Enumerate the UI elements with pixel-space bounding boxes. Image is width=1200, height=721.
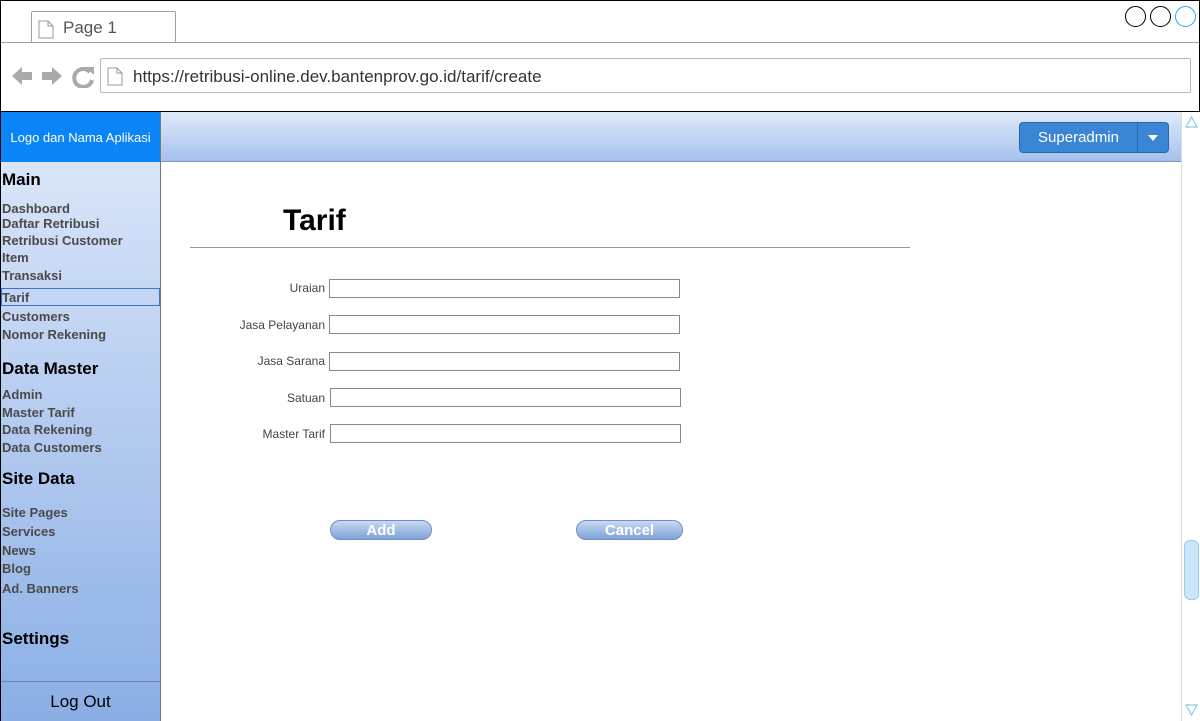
vertical-scrollbar[interactable]: [1181, 112, 1200, 721]
sidebar-item-nomor-rekening[interactable]: Nomor Rekening: [2, 327, 106, 342]
uraian-input[interactable]: [329, 279, 680, 298]
document-icon: [107, 67, 123, 91]
sidebar-item-dashboard[interactable]: Dashboard: [2, 201, 70, 216]
sidebar-heading-main: Main: [2, 170, 41, 189]
sidebar-heading-site-data: Site Data: [2, 469, 75, 488]
scroll-up-icon[interactable]: [1185, 116, 1198, 128]
sidebar-item-item[interactable]: Item: [2, 250, 29, 265]
cancel-button[interactable]: Cancel: [576, 520, 683, 540]
window-maximize-button[interactable]: [1150, 6, 1171, 27]
jasa-pelayanan-input[interactable]: [329, 315, 680, 334]
sidebar-heading-data-master: Data Master: [2, 359, 99, 378]
url-text: https://retribusi-online.dev.bantenprov.…: [133, 67, 542, 86]
sidebar-item-admin[interactable]: Admin: [2, 387, 42, 402]
jasa-pelayanan-label: Jasa Pelayanan: [239, 318, 325, 332]
sidebar-item-services[interactable]: Services: [2, 524, 56, 539]
main-content: Tarif Uraian Jasa Pelayanan Jasa Sarana …: [161, 162, 1181, 721]
sidebar-item-tarif[interactable]: Tarif: [2, 290, 29, 305]
sidebar-item-ad-banners[interactable]: Ad. Banners: [2, 581, 79, 596]
sidebar-item-master-tarif[interactable]: Master Tarif: [2, 405, 75, 420]
window-minimize-button[interactable]: [1125, 6, 1146, 27]
sidebar-item-news[interactable]: News: [2, 543, 36, 558]
tab-bar: Page 1: [1, 1, 1199, 43]
uraian-label: Uraian: [289, 281, 325, 295]
top-bar: Superadmin: [161, 112, 1181, 162]
user-menu-dropdown-toggle[interactable]: [1138, 123, 1168, 152]
forward-arrow-icon[interactable]: [42, 67, 62, 85]
sidebar-item-daftar-retribusi[interactable]: Daftar Retribusi: [2, 216, 100, 231]
sidebar-item-data-customers[interactable]: Data Customers: [2, 440, 102, 455]
sidebar: Main Dashboard Daftar Retribusi Retribus…: [1, 162, 161, 721]
sidebar-item-transaksi[interactable]: Transaksi: [2, 268, 62, 283]
jasa-sarana-label: Jasa Sarana: [257, 354, 325, 368]
window-close-button[interactable]: [1175, 6, 1196, 27]
user-menu-button[interactable]: Superadmin: [1019, 122, 1169, 153]
master-tarif-label: Master Tarif: [262, 427, 325, 441]
reload-icon[interactable]: [72, 66, 94, 89]
scroll-down-icon[interactable]: [1185, 704, 1198, 716]
scroll-thumb[interactable]: [1184, 540, 1199, 600]
sidebar-item-site-pages[interactable]: Site Pages: [2, 505, 68, 520]
browser-window: Page 1 https://retribusi-online.dev.bant…: [0, 0, 1200, 721]
caret-down-icon: [1148, 134, 1158, 141]
browser-tab[interactable]: Page 1: [31, 11, 176, 43]
sidebar-item-data-rekening[interactable]: Data Rekening: [2, 422, 92, 437]
page-icon: [38, 20, 54, 44]
sidebar-item-customers[interactable]: Customers: [2, 309, 70, 324]
jasa-sarana-input[interactable]: [329, 352, 680, 371]
title-divider: [190, 247, 910, 248]
sidebar-item-retribusi-customer[interactable]: Retribusi Customer: [2, 233, 123, 248]
tab-title: Page 1: [63, 18, 117, 37]
logout-button[interactable]: Log Out: [1, 681, 160, 721]
satuan-label: Satuan: [286, 391, 325, 405]
back-arrow-icon[interactable]: [12, 67, 32, 85]
add-button[interactable]: Add: [330, 520, 432, 540]
page-title: Tarif: [283, 204, 346, 237]
app-logo[interactable]: Logo dan Nama Aplikasi: [1, 112, 161, 162]
sidebar-heading-settings[interactable]: Settings: [2, 629, 69, 649]
sidebar-item-blog[interactable]: Blog: [2, 561, 31, 576]
navigation-controls: [10, 64, 96, 93]
address-bar-row: https://retribusi-online.dev.bantenprov.…: [1, 42, 1199, 112]
master-tarif-input[interactable]: [330, 424, 681, 443]
user-name[interactable]: Superadmin: [1020, 123, 1138, 152]
url-field[interactable]: https://retribusi-online.dev.bantenprov.…: [100, 58, 1191, 93]
satuan-input[interactable]: [330, 388, 681, 407]
